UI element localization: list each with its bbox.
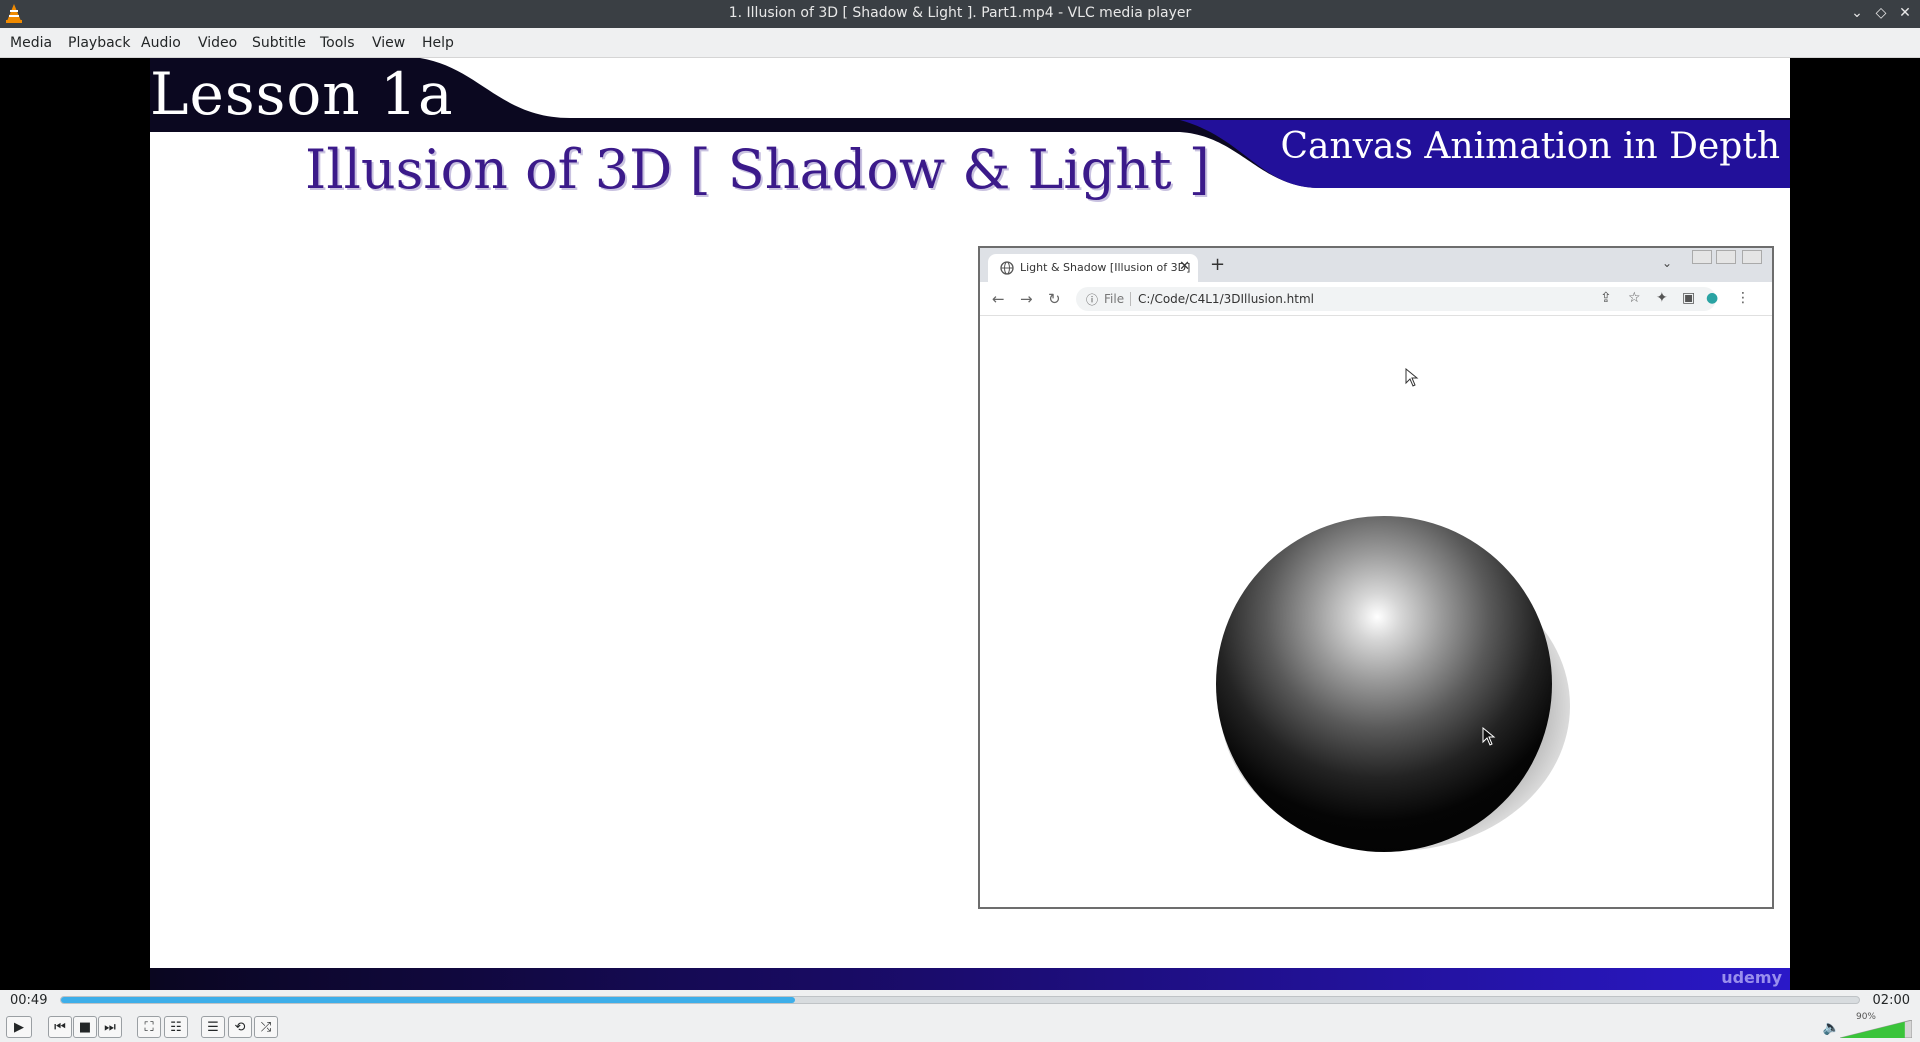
menu-bar: Media Playback Audio Video Subtitle Tool… bbox=[0, 28, 1920, 58]
extended-settings-button[interactable]: ☷ bbox=[164, 1016, 188, 1038]
next-button[interactable]: ⏭ bbox=[98, 1016, 122, 1038]
maximize-icon[interactable]: ◇ bbox=[1872, 4, 1890, 22]
back-icon: ← bbox=[992, 290, 1005, 308]
seek-row: 00:49 02:00 bbox=[0, 990, 1920, 1012]
reload-icon: ↻ bbox=[1048, 290, 1061, 308]
forward-icon: → bbox=[1020, 290, 1033, 308]
browser-tabstrip: Light & Shadow [Illusion of 3D] ✕ + ⌄ bbox=[980, 248, 1772, 282]
volume-slider[interactable] bbox=[1840, 1020, 1912, 1038]
browser-menu-icon: ⋮ bbox=[1736, 290, 1750, 306]
browser-page bbox=[980, 316, 1772, 907]
video-frame: Lesson 1a Canvas Animation in Depth Illu… bbox=[150, 58, 1790, 990]
playlist-icon: ☰ bbox=[207, 1020, 219, 1035]
extensions-icon: ✦ bbox=[1656, 290, 1668, 306]
address-scheme: File bbox=[1104, 292, 1125, 306]
play-icon: ▶ bbox=[14, 1020, 24, 1035]
browser-toolbar: ← → ↻ ⓘ File C:/Code/C4L1/3DIllusion.htm… bbox=[980, 282, 1772, 316]
fullscreen-icon: ⛶ bbox=[144, 1020, 154, 1035]
play-button[interactable]: ▶ bbox=[6, 1016, 32, 1038]
tab-search-icon: ⌄ bbox=[1661, 256, 1672, 270]
browser-tab: Light & Shadow [Illusion of 3D] ✕ bbox=[988, 254, 1198, 282]
menu-audio[interactable]: Audio bbox=[141, 35, 181, 51]
total-time: 02:00 bbox=[1872, 993, 1910, 1008]
seek-progress bbox=[61, 997, 795, 1003]
next-icon: ⏭ bbox=[104, 1020, 116, 1035]
playlist-button[interactable]: ☰ bbox=[201, 1016, 225, 1038]
previous-button[interactable]: ⏮ bbox=[48, 1016, 72, 1038]
address-bar: ⓘ File C:/Code/C4L1/3DIllusion.html bbox=[1076, 287, 1716, 311]
shuffle-icon: ⤮ bbox=[260, 1020, 272, 1035]
browser-close-icon bbox=[1742, 250, 1762, 264]
stop-icon: ■ bbox=[78, 1020, 92, 1035]
browser-window: Light & Shadow [Illusion of 3D] ✕ + ⌄ ← … bbox=[978, 246, 1774, 909]
window-title: 1. Illusion of 3D [ Shadow & Light ]. Pa… bbox=[728, 5, 1192, 21]
loop-button[interactable]: ⟲ bbox=[228, 1016, 252, 1038]
tab-close-icon: ✕ bbox=[1179, 259, 1190, 274]
extended-settings-icon: ☷ bbox=[170, 1020, 182, 1035]
browser-minimize-icon bbox=[1692, 250, 1712, 264]
title-bar: 1. Illusion of 3D [ Shadow & Light ]. Pa… bbox=[0, 0, 1920, 28]
volume-icon[interactable]: 🔈 bbox=[1823, 1020, 1840, 1036]
menu-tools[interactable]: Tools bbox=[320, 35, 355, 51]
side-panel-icon: ▣ bbox=[1682, 290, 1696, 306]
loop-icon: ⟲ bbox=[234, 1020, 246, 1035]
seek-slider[interactable] bbox=[60, 996, 1860, 1004]
address-url: C:/Code/C4L1/3DIllusion.html bbox=[1138, 292, 1314, 306]
controls-bar: ▶ ⏮ ■ ⏭ ⛶ ☷ ☰ ⟲ ⤮ 🔈 90% bbox=[0, 1012, 1920, 1042]
new-tab-icon: + bbox=[1210, 254, 1226, 275]
address-separator bbox=[1130, 292, 1131, 306]
star-icon: ☆ bbox=[1628, 290, 1641, 306]
video-area[interactable]: Lesson 1a Canvas Animation in Depth Illu… bbox=[0, 58, 1920, 990]
slide-footer-band: udemy bbox=[150, 968, 1790, 990]
elapsed-time: 00:49 bbox=[10, 993, 48, 1008]
slide-title: Illusion of 3D [ Shadow & Light ] bbox=[305, 138, 1210, 201]
profile-icon: ● bbox=[1706, 290, 1719, 306]
stop-button[interactable]: ■ bbox=[73, 1016, 97, 1038]
browser-tab-title: Light & Shadow [Illusion of 3D] bbox=[1020, 261, 1191, 274]
menu-video[interactable]: Video bbox=[198, 35, 237, 51]
mouse-cursor-icon bbox=[1405, 368, 1419, 387]
mouse-cursor-icon bbox=[1482, 727, 1496, 746]
menu-view[interactable]: View bbox=[372, 35, 405, 51]
lesson-label: Lesson 1a bbox=[150, 60, 454, 128]
menu-help[interactable]: Help bbox=[422, 35, 454, 51]
menu-media[interactable]: Media bbox=[10, 35, 52, 51]
info-icon: ⓘ bbox=[1086, 293, 1099, 307]
shaded-sphere bbox=[1216, 516, 1552, 852]
globe-icon bbox=[1000, 261, 1014, 275]
menu-playback[interactable]: Playback bbox=[68, 35, 130, 51]
udemy-watermark: udemy bbox=[1721, 968, 1782, 987]
browser-maximize-icon bbox=[1716, 250, 1736, 264]
fullscreen-button[interactable]: ⛶ bbox=[137, 1016, 161, 1038]
share-icon: ⇪ bbox=[1600, 290, 1612, 306]
close-icon[interactable]: ✕ bbox=[1896, 4, 1914, 22]
menu-subtitle[interactable]: Subtitle bbox=[252, 35, 306, 51]
series-title: Canvas Animation in Depth bbox=[1280, 126, 1781, 167]
shuffle-button[interactable]: ⤮ bbox=[254, 1016, 278, 1038]
previous-icon: ⏮ bbox=[54, 1020, 66, 1035]
minimize-icon[interactable]: ⌄ bbox=[1848, 4, 1866, 22]
